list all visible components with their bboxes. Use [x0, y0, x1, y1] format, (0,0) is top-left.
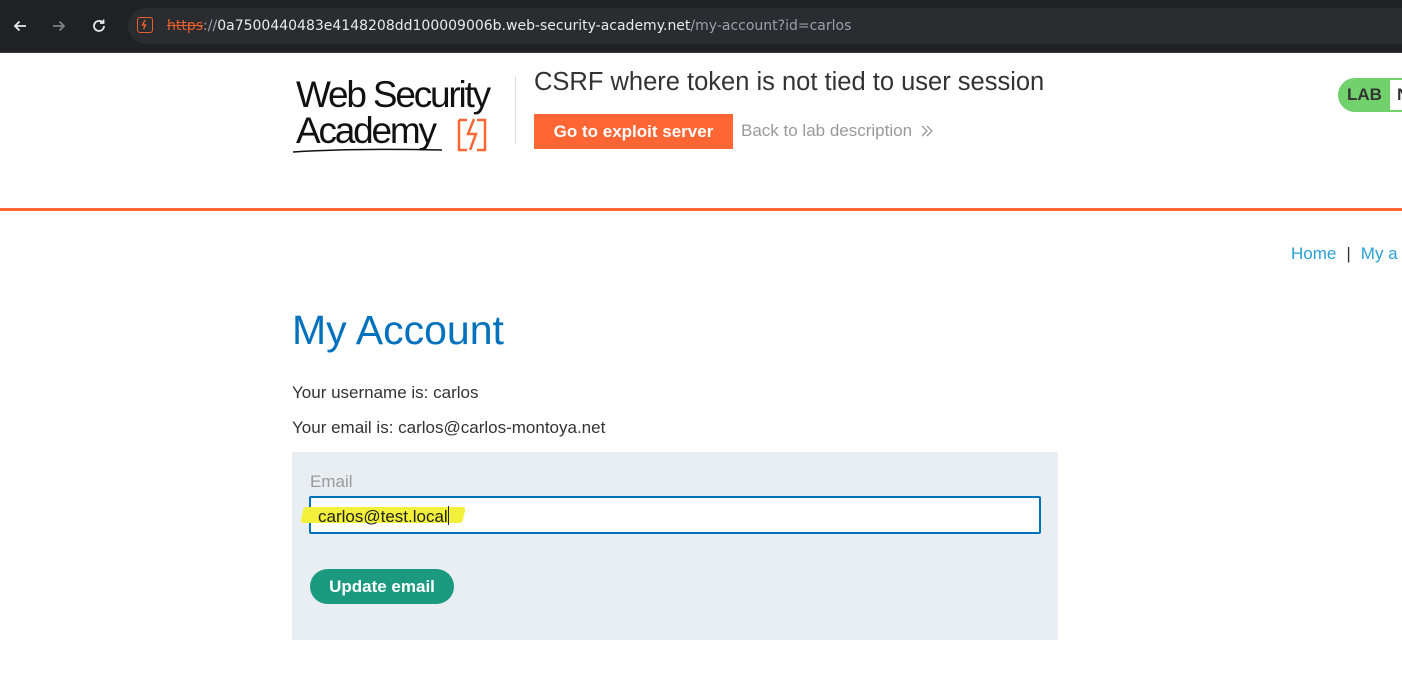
- logo-underline: [292, 148, 443, 153]
- username-text: Your username is: carlos: [292, 383, 479, 402]
- nav-separator: |: [1346, 244, 1351, 263]
- change-email-form: Email carlos@test.local Update email: [292, 452, 1058, 640]
- home-link[interactable]: Home: [1291, 244, 1336, 263]
- lab-status-badge: LAB N: [1338, 78, 1402, 112]
- logo-line2: Academy: [296, 110, 437, 151]
- logo-line1: Web Security: [296, 74, 491, 115]
- email-value-text: carlos@test.local: [318, 507, 448, 526]
- text-caret: [447, 506, 449, 525]
- my-account-link[interactable]: My a: [1361, 244, 1398, 263]
- web-security-academy-logo[interactable]: Web Security Academy: [292, 72, 514, 156]
- address-bar[interactable]: https://0a7500440483e4148208dd100009006b…: [128, 8, 1402, 44]
- top-navigation: Home | My a: [1291, 244, 1398, 264]
- email-label: Email: [310, 472, 353, 491]
- url-path: /my-account?id=carlos: [690, 18, 852, 34]
- forward-arrow-icon[interactable]: [46, 13, 72, 39]
- header-rule: [0, 208, 1402, 211]
- browser-toolbar: https://0a7500440483e4148208dd100009006b…: [0, 0, 1402, 53]
- back-link-label: Back to lab description: [741, 121, 913, 140]
- update-email-button[interactable]: Update email: [310, 569, 454, 604]
- double-chevron-right-icon: [921, 125, 933, 137]
- url-text: https://0a7500440483e4148208dd100009006b…: [167, 8, 851, 44]
- current-email-text: Your email is: carlos@carlos-montoya.net: [292, 418, 606, 437]
- lab-badge-label: LAB: [1347, 85, 1382, 104]
- page-title: My Account: [292, 307, 504, 353]
- go-to-exploit-server-button[interactable]: Go to exploit server: [534, 114, 733, 149]
- reload-icon[interactable]: [86, 13, 112, 39]
- header-divider: [515, 76, 516, 144]
- site-favicon-icon: [137, 17, 153, 33]
- lab-title: CSRF where token is not tied to user ses…: [534, 68, 1045, 96]
- lab-status-text: N: [1390, 80, 1402, 110]
- url-host: 0a7500440483e4148208dd100009006b.web-sec…: [217, 18, 691, 34]
- url-scheme: https: [167, 18, 204, 34]
- back-arrow-icon[interactable]: [7, 13, 33, 39]
- email-input-value: carlos@test.local: [318, 506, 449, 527]
- email-input[interactable]: carlos@test.local: [300, 496, 1041, 534]
- back-to-lab-description-link[interactable]: Back to lab description: [741, 121, 934, 141]
- url-separator: ://: [203, 18, 218, 34]
